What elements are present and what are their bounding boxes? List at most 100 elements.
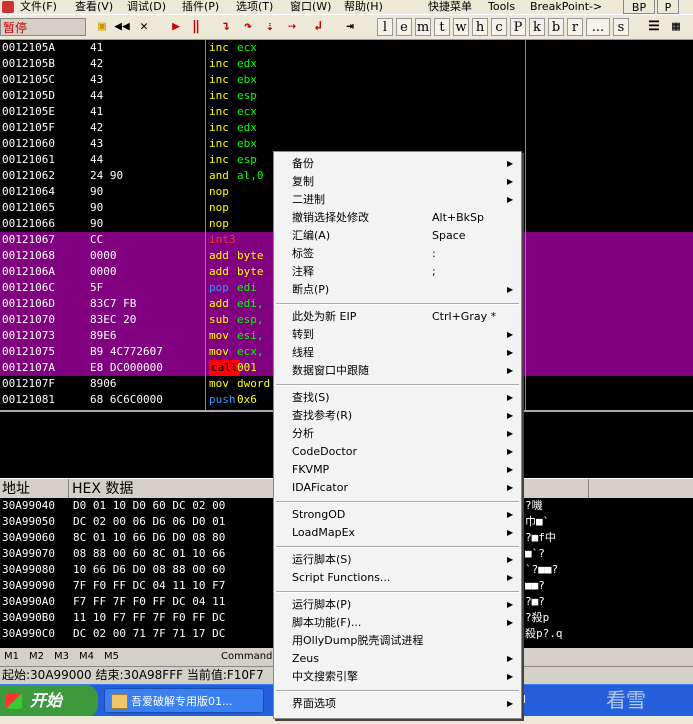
- pause-icon[interactable]: ‖: [187, 18, 205, 36]
- context-menu-item[interactable]: 数据窗口中跟随 ▶: [274, 362, 521, 380]
- context-menu-item[interactable]: 查找参考(R) ▶: [274, 407, 521, 425]
- tool-p[interactable]: P: [510, 18, 526, 36]
- context-menu-item[interactable]: 转到 ▶: [274, 326, 521, 344]
- tool-b[interactable]: b: [548, 18, 564, 36]
- context-menu-item[interactable]: 运行脚本(P) ▶: [274, 596, 521, 614]
- disasm-row[interactable]: 0012105F 42 inc edx: [0, 120, 693, 136]
- tab-m1[interactable]: M1: [4, 648, 19, 666]
- disasm-row[interactable]: 0012105B 42 inc edx: [0, 56, 693, 72]
- disasm-row[interactable]: 0012105C 43 inc ebx: [0, 72, 693, 88]
- context-menu-item[interactable]: 界面选项 ▶: [274, 695, 521, 713]
- context-menu-item[interactable]: 查找(S) ▶: [274, 389, 521, 407]
- disasm-row[interactable]: 00121060 43 inc ebx: [0, 136, 693, 152]
- tool-more[interactable]: ...: [586, 18, 610, 36]
- tool-w[interactable]: w: [453, 18, 469, 36]
- disasm-row[interactable]: 0012105E 41 inc ecx: [0, 104, 693, 120]
- dump-hex: 7F F0 FF DC 04 11 10 F7: [73, 579, 226, 592]
- context-menu-item[interactable]: 线程 ▶: [274, 344, 521, 362]
- disasm-address: 00121066: [2, 217, 55, 230]
- tab-m2[interactable]: M2: [29, 648, 44, 666]
- menu-window[interactable]: 窗口(W): [290, 0, 331, 14]
- context-menu-item[interactable]: Script Functions... ▶: [274, 569, 521, 587]
- menu-item-label: 注释: [292, 265, 314, 278]
- grid-icon[interactable]: ▦: [667, 18, 685, 36]
- tool-c[interactable]: c: [491, 18, 507, 36]
- dump-col-hex[interactable]: HEX 数据: [72, 479, 133, 499]
- bp-button[interactable]: BP: [623, 0, 655, 14]
- disasm-hex: 41: [90, 41, 104, 54]
- trace-over-icon[interactable]: ⇢: [283, 18, 301, 36]
- context-menu-item[interactable]: 复制 ▶: [274, 173, 521, 191]
- context-menu-item[interactable]: 汇编(A) Space: [274, 227, 521, 245]
- tab-m4[interactable]: M4: [79, 648, 94, 666]
- menu-help[interactable]: 帮助(H): [344, 0, 383, 14]
- dump-hex: 11 10 F7 FF 7F F0 FF DC: [73, 611, 226, 624]
- context-menu-item[interactable]: 二进制 ▶: [274, 191, 521, 209]
- context-menu-item[interactable]: 撤销选择处修改 Alt+BkSp: [274, 209, 521, 227]
- menu-item-label: 线程: [292, 346, 314, 359]
- context-menu-item[interactable]: 分析 ▶: [274, 425, 521, 443]
- step-over-icon[interactable]: ↷: [239, 18, 257, 36]
- trace-into-icon[interactable]: ⇣: [261, 18, 279, 36]
- disasm-row[interactable]: 0012105D 44 inc esp: [0, 88, 693, 104]
- tool-r[interactable]: r: [567, 18, 583, 36]
- menu-breakpoint[interactable]: BreakPoint->: [530, 0, 602, 14]
- menu-shortcut[interactable]: 快捷菜单: [428, 0, 472, 14]
- menu-plugins[interactable]: 插件(P): [182, 0, 219, 14]
- submenu-arrow-icon: ▶: [507, 555, 514, 564]
- context-menu-item[interactable]: Zeus ▶: [274, 650, 521, 668]
- disasm-operand: ecx,: [237, 345, 264, 358]
- tool-t[interactable]: t: [434, 18, 450, 36]
- tool-k[interactable]: k: [529, 18, 545, 36]
- context-menu-item[interactable]: IDAFicator ▶: [274, 479, 521, 497]
- close-icon[interactable]: ✕: [135, 18, 153, 36]
- disasm-address: 00121075: [2, 345, 55, 358]
- menu-view[interactable]: 查看(V): [75, 0, 113, 14]
- context-menu-item[interactable]: 运行脚本(S) ▶: [274, 551, 521, 569]
- dump-col-address[interactable]: 地址: [2, 479, 30, 499]
- context-menu-item[interactable]: 此处为新 EIP Ctrl+Gray *: [274, 308, 521, 326]
- menu-options[interactable]: 选项(T): [236, 0, 273, 14]
- disasm-operand: edx: [237, 57, 257, 70]
- context-menu-item[interactable]: 注释;: [274, 263, 521, 281]
- tab-m5[interactable]: M5: [104, 648, 119, 666]
- tool-s[interactable]: s: [613, 18, 629, 36]
- execute-till-return-icon[interactable]: ↲: [309, 18, 327, 36]
- menu-debug[interactable]: 调试(D): [127, 0, 166, 14]
- disasm-mnemonic: nop: [209, 201, 229, 214]
- dump-ascii: ?■f中: [525, 531, 556, 544]
- step-into-icon[interactable]: ↴: [217, 18, 235, 36]
- tool-e[interactable]: e: [396, 18, 412, 36]
- rewind-icon[interactable]: ◀◀: [113, 18, 131, 36]
- context-menu-item[interactable]: LoadMapEx ▶: [274, 524, 521, 542]
- run-icon[interactable]: ▶: [167, 18, 185, 36]
- taskbar-item[interactable]: 吾爱破解专用版01...: [104, 688, 264, 713]
- app-icon[interactable]: [2, 1, 14, 13]
- context-menu-item[interactable]: 断点(P) ▶: [274, 281, 521, 299]
- context-menu-item[interactable]: CodeDoctor ▶: [274, 443, 521, 461]
- tool-h[interactable]: h: [472, 18, 488, 36]
- tab-m3[interactable]: M3: [54, 648, 69, 666]
- disasm-hex: 8906: [90, 377, 117, 390]
- disasm-row[interactable]: 0012105A 41 inc ecx: [0, 40, 693, 56]
- tool-l[interactable]: l: [377, 18, 393, 36]
- disasm-mnemonic: inc: [209, 73, 229, 86]
- menu-tools[interactable]: Tools: [488, 0, 515, 14]
- start-button[interactable]: 开始: [0, 685, 98, 717]
- menu-file[interactable]: 文件(F): [20, 0, 57, 14]
- context-menu-item[interactable]: 备份 ▶: [274, 155, 521, 173]
- tool-m[interactable]: m: [415, 18, 431, 36]
- context-menu-item[interactable]: 中文搜索引擎 ▶: [274, 668, 521, 686]
- open-icon[interactable]: ▣: [93, 18, 111, 36]
- disasm-mnemonic: push: [209, 393, 236, 406]
- p-button[interactable]: P: [657, 0, 679, 14]
- context-menu-item[interactable]: 脚本功能(F)... ▶: [274, 614, 521, 632]
- context-menu-item[interactable]: StrongOD ▶: [274, 506, 521, 524]
- context-menu-item[interactable]: 标签:: [274, 245, 521, 263]
- submenu-arrow-icon: ▶: [507, 600, 514, 609]
- context-menu-item[interactable]: FKVMP ▶: [274, 461, 521, 479]
- disasm-operand: 0x6: [237, 393, 257, 406]
- list-icon[interactable]: ☰: [645, 18, 663, 36]
- goto-icon[interactable]: ⇥: [341, 18, 359, 36]
- context-menu-item[interactable]: 用OllyDump脱壳调试进程: [274, 632, 521, 650]
